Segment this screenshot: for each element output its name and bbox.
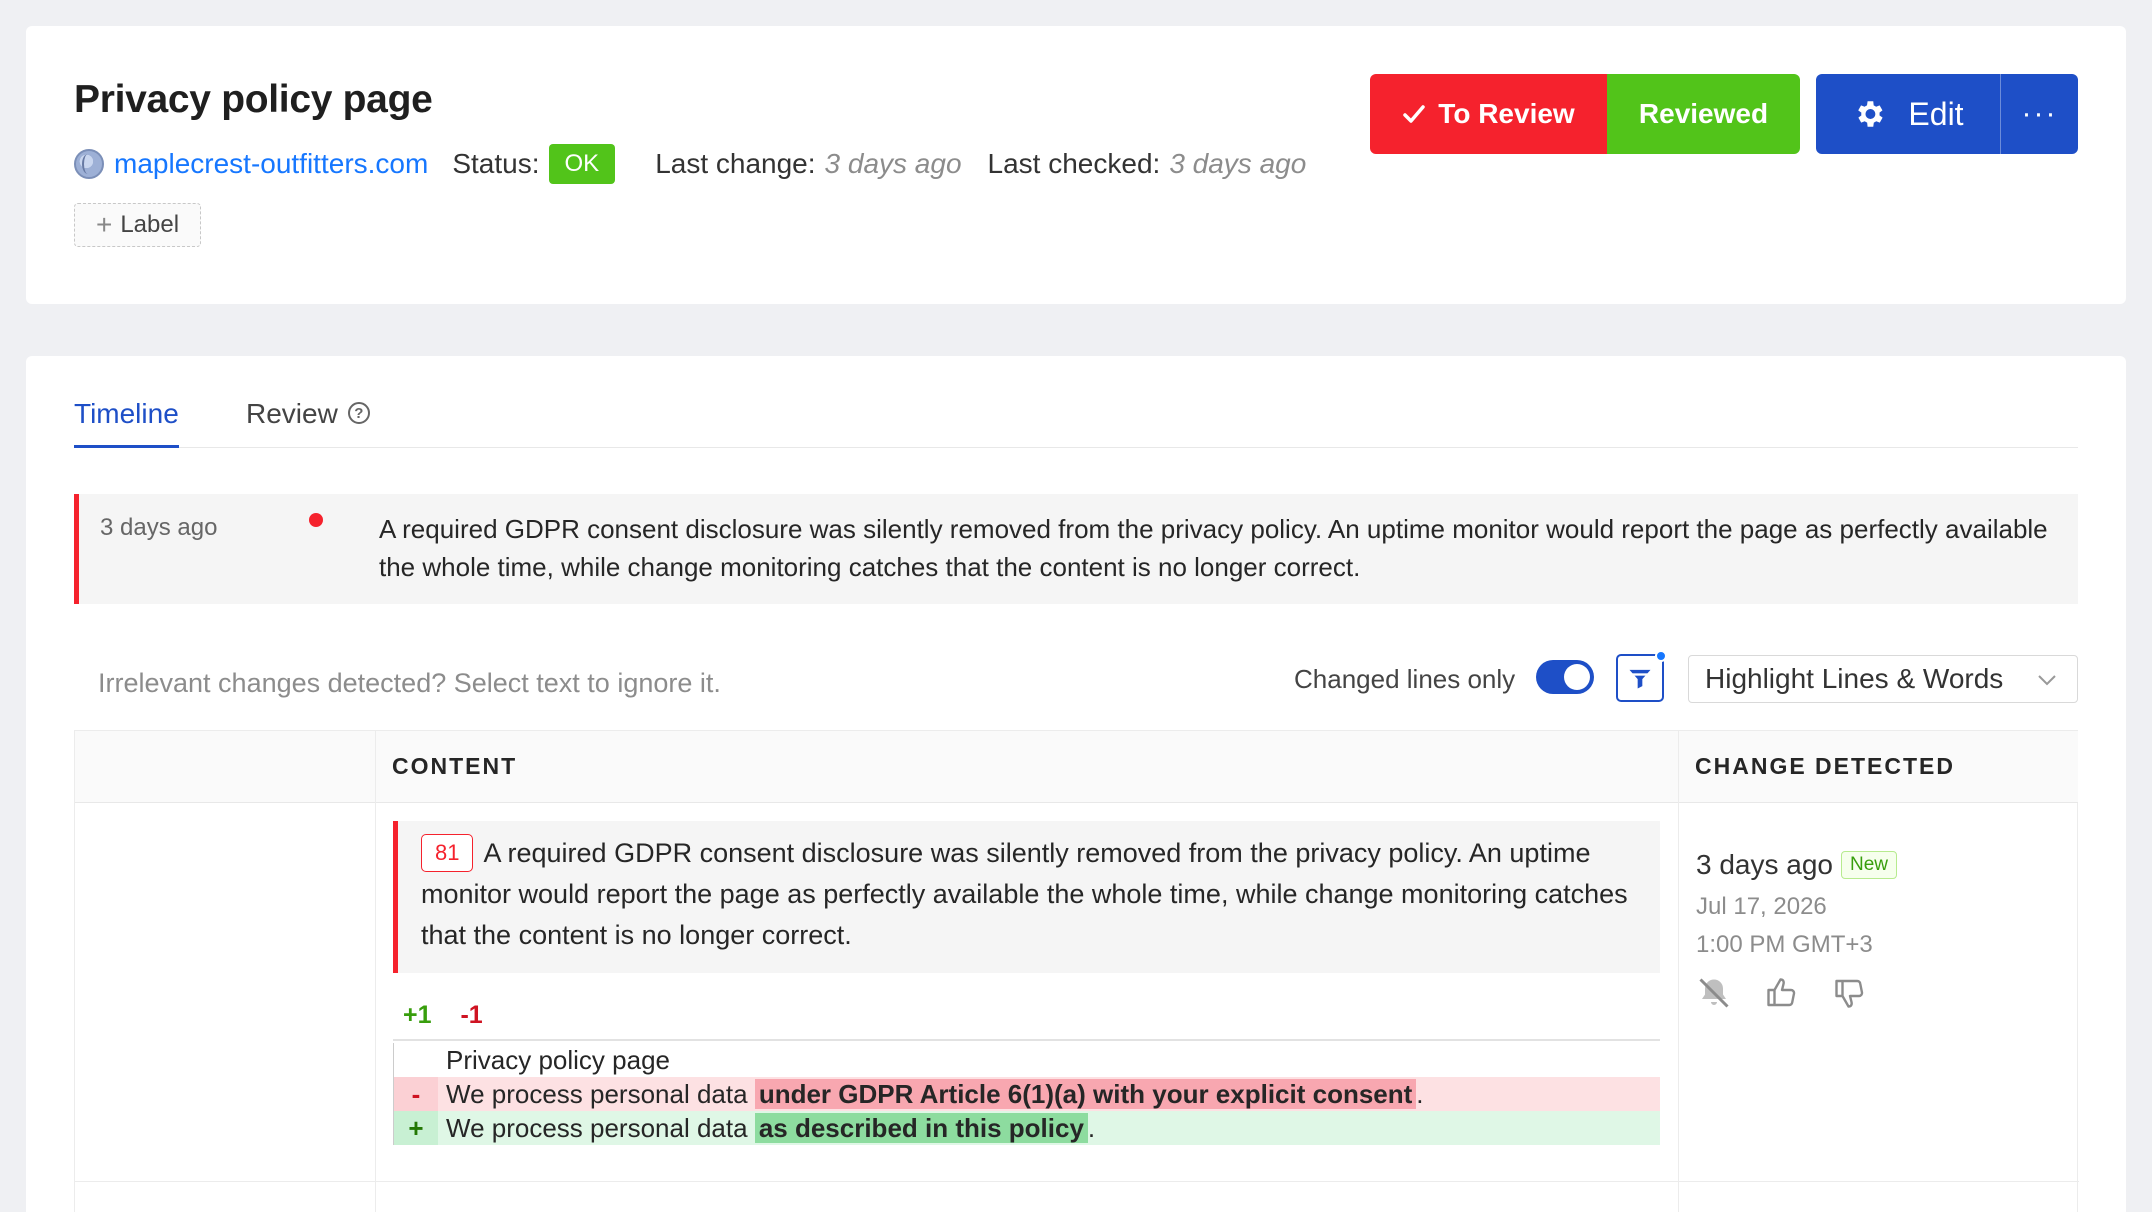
tab-review[interactable]: Review ? (246, 384, 370, 448)
status-badge: OK (548, 144, 616, 184)
last-change-label: Last change: (655, 148, 816, 179)
line-number-badge: 81 (421, 834, 474, 872)
diff-removed-sign: - (394, 1077, 438, 1111)
filter-button[interactable] (1616, 650, 1667, 702)
monitor-header-card: Privacy policy page maplecrest-outfitter… (26, 26, 2126, 304)
more-actions-button[interactable]: ··· (2000, 74, 2078, 154)
diff-removed-line: - We process personal data under GDPR Ar… (394, 1077, 1660, 1111)
filter-icon (1629, 669, 1651, 689)
added-count: +1 (403, 1001, 432, 1029)
tab-bar: Timeline Review ? (74, 384, 2078, 448)
chevron-down-icon (2038, 675, 2056, 686)
tab-timeline-label: Timeline (74, 398, 179, 429)
removed-count: -1 (460, 1001, 483, 1029)
diff-view: Privacy policy page - We process persona… (393, 1043, 1660, 1145)
to-review-label: To Review (1438, 98, 1575, 129)
checkmark-icon (1403, 105, 1426, 123)
diff-removed-highlight: under GDPR Article 6(1)(a) with your exp… (754, 1079, 1417, 1109)
diff-context-text: Privacy policy page (446, 1045, 670, 1075)
column-divider (375, 731, 376, 1212)
diff-added-highlight: as described in this policy (754, 1113, 1088, 1143)
snippet-text-block: 81 A required GDPR consent disclosure was… (421, 833, 1651, 956)
review-button-group: To Review Reviewed (1370, 74, 1800, 154)
changed-lines-label: Changed lines only (1294, 664, 1516, 694)
changed-lines-toggle[interactable] (1536, 660, 1594, 694)
edit-button[interactable]: Edit (1816, 74, 2000, 154)
table-header-change-detected: CHANGE DETECTED (1678, 731, 2078, 803)
ignore-hint: Irrelevant changes detected? Select text… (98, 668, 721, 698)
change-actions (1696, 975, 1868, 1011)
reviewed-button[interactable]: Reviewed (1607, 74, 1800, 154)
page-title: Privacy policy page (74, 78, 433, 121)
filter-active-badge (1655, 650, 1667, 662)
table-header-content: CONTENT (375, 731, 1678, 803)
tab-timeline[interactable]: Timeline (74, 384, 179, 448)
content-snippet: 81 A required GDPR consent disclosure was… (393, 821, 1660, 973)
diff-added-suffix: . (1087, 1113, 1096, 1143)
diff-removed-text: We process personal data under GDPR Arti… (446, 1077, 1424, 1111)
changes-table: CONTENT CHANGE DETECTED 81 A required GDP… (74, 730, 2079, 1212)
gear-icon (1858, 101, 1884, 127)
diff-counts: +1 -1 (403, 1001, 483, 1030)
snippet-text: A required GDPR consent disclosure was s… (421, 838, 1628, 950)
row-divider (75, 1181, 2079, 1182)
last-change-value: 3 days ago (824, 148, 962, 179)
timeline-event[interactable]: 3 days ago A required GDPR consent discl… (74, 494, 2078, 604)
status-label: Status: (452, 148, 540, 179)
add-label-text: Label (120, 211, 180, 238)
column-divider (1678, 731, 1679, 1212)
thumbs-down-icon[interactable] (1832, 975, 1868, 1011)
diff-added-line: + We process personal data as described … (394, 1111, 1660, 1145)
diff-added-text: We process personal data as described in… (446, 1111, 1095, 1145)
highlight-mode-value: Highlight Lines & Words (1705, 663, 2004, 694)
domain-link[interactable]: maplecrest-outfitters.com (114, 148, 428, 180)
change-date: Jul 17, 2026 (1696, 893, 1827, 920)
plus-icon: + (95, 209, 113, 240)
thumbs-up-icon[interactable] (1764, 975, 1800, 1011)
last-checked-value: 3 days ago (1169, 148, 1307, 179)
meta-row: maplecrest-outfitters.com Status: OK Las… (74, 140, 1332, 188)
bell-off-icon[interactable] (1696, 975, 1732, 1011)
add-label-button[interactable]: + Label (74, 203, 201, 247)
help-icon[interactable]: ? (347, 402, 370, 424)
diff-removed-prefix: We process personal data (446, 1079, 748, 1109)
new-badge: New (1841, 851, 1898, 879)
diff-context-line: Privacy policy page (394, 1043, 1660, 1077)
event-status-dot (309, 513, 323, 527)
change-ago: 3 days ago New (1696, 849, 1898, 881)
change-time: 1:00 PM GMT+3 (1696, 931, 1873, 958)
globe-icon (74, 149, 104, 179)
last-checked-label: Last checked: (987, 148, 1161, 179)
tab-review-label: Review (246, 398, 338, 429)
edit-label: Edit (1908, 95, 1964, 132)
table-header-blank (75, 731, 375, 803)
diff-separator (393, 1039, 1660, 1041)
diff-added-sign: + (394, 1111, 438, 1145)
diff-added-prefix: We process personal data (446, 1113, 748, 1143)
to-review-button[interactable]: To Review (1370, 74, 1607, 154)
diff-removed-suffix: . (1416, 1079, 1424, 1109)
edit-button-group: Edit ··· (1816, 74, 2078, 154)
highlight-mode-select[interactable]: Highlight Lines & Words (1688, 655, 2078, 703)
change-ago-text: 3 days ago (1696, 849, 1833, 880)
event-time: 3 days ago (100, 514, 218, 541)
event-description: A required GDPR consent disclosure was s… (379, 514, 2048, 582)
timeline-card: Timeline Review ? 3 days ago A required … (26, 356, 2126, 1212)
